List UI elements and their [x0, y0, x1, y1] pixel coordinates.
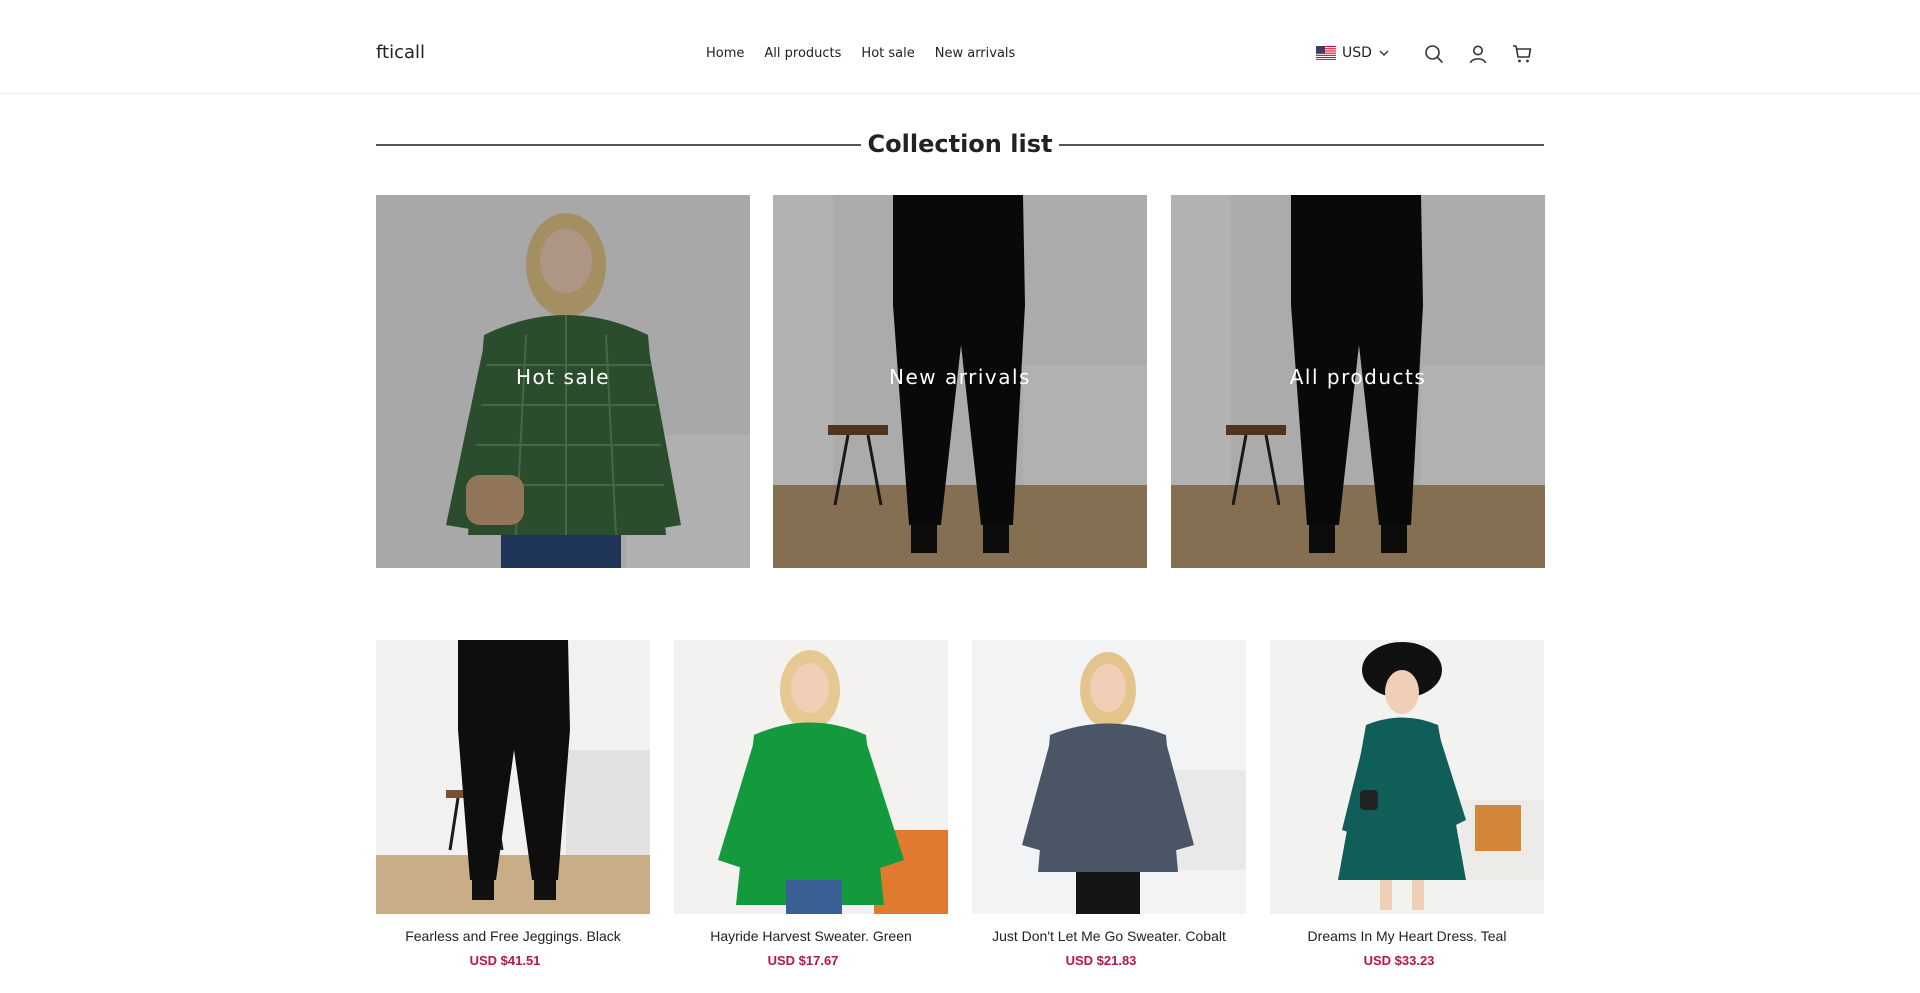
product-card[interactable]: Just Don't Let Me Go Sweater. Cobalt USD… [972, 640, 1246, 968]
us-flag-icon [1316, 46, 1336, 60]
nav-hot-sale[interactable]: Hot sale [861, 46, 914, 61]
product-name[interactable]: Dreams In My Heart Dress. Teal [1270, 928, 1544, 944]
currency-selector[interactable]: USD [1316, 45, 1390, 61]
collection-label: Hot sale [515, 365, 610, 389]
collection-card-new-arrivals[interactable]: New arrivals [773, 195, 1147, 568]
product-price: USD $21.83 [1065, 953, 1137, 968]
nav-all-products[interactable]: All products [764, 46, 841, 61]
site-header: fticall Home All products Hot sale New a… [0, 0, 1920, 94]
product-card[interactable]: Dreams In My Heart Dress. Teal USD $33.2… [1270, 640, 1544, 968]
account-icon[interactable] [1467, 43, 1489, 65]
collection-card-hot-sale[interactable]: Hot sale [376, 195, 750, 568]
product-name[interactable]: Just Don't Let Me Go Sweater. Cobalt [972, 928, 1246, 944]
product-card[interactable]: Fearless and Free Jeggings. Black USD $4… [376, 640, 650, 968]
chevron-down-icon [1379, 50, 1389, 56]
nav-home[interactable]: Home [706, 46, 744, 61]
heading-rule-right [1059, 144, 1544, 146]
nav-new-arrivals[interactable]: New arrivals [935, 46, 1016, 61]
product-image[interactable] [972, 640, 1246, 914]
product-price: USD $17.67 [767, 953, 839, 968]
collection-card-all-products[interactable]: All products [1171, 195, 1545, 568]
product-image[interactable] [674, 640, 948, 914]
product-card[interactable]: Hayride Harvest Sweater. Green USD $17.6… [674, 640, 948, 968]
cart-icon[interactable] [1511, 43, 1533, 65]
collection-label: All products [1289, 365, 1427, 389]
product-name[interactable]: Fearless and Free Jeggings. Black [376, 928, 650, 944]
currency-code: USD [1342, 45, 1372, 61]
store-logo[interactable]: fticall [376, 42, 425, 63]
product-price: USD $41.51 [469, 953, 541, 968]
main-nav: Home All products Hot sale New arrivals [706, 46, 1015, 61]
product-image[interactable] [1270, 640, 1544, 914]
collection-list-heading: Collection list [376, 128, 1544, 160]
search-icon[interactable] [1423, 43, 1445, 65]
product-price: USD $33.23 [1363, 953, 1435, 968]
collection-label: New arrivals [889, 365, 1031, 389]
product-image[interactable] [376, 640, 650, 914]
product-name[interactable]: Hayride Harvest Sweater. Green [674, 928, 948, 944]
